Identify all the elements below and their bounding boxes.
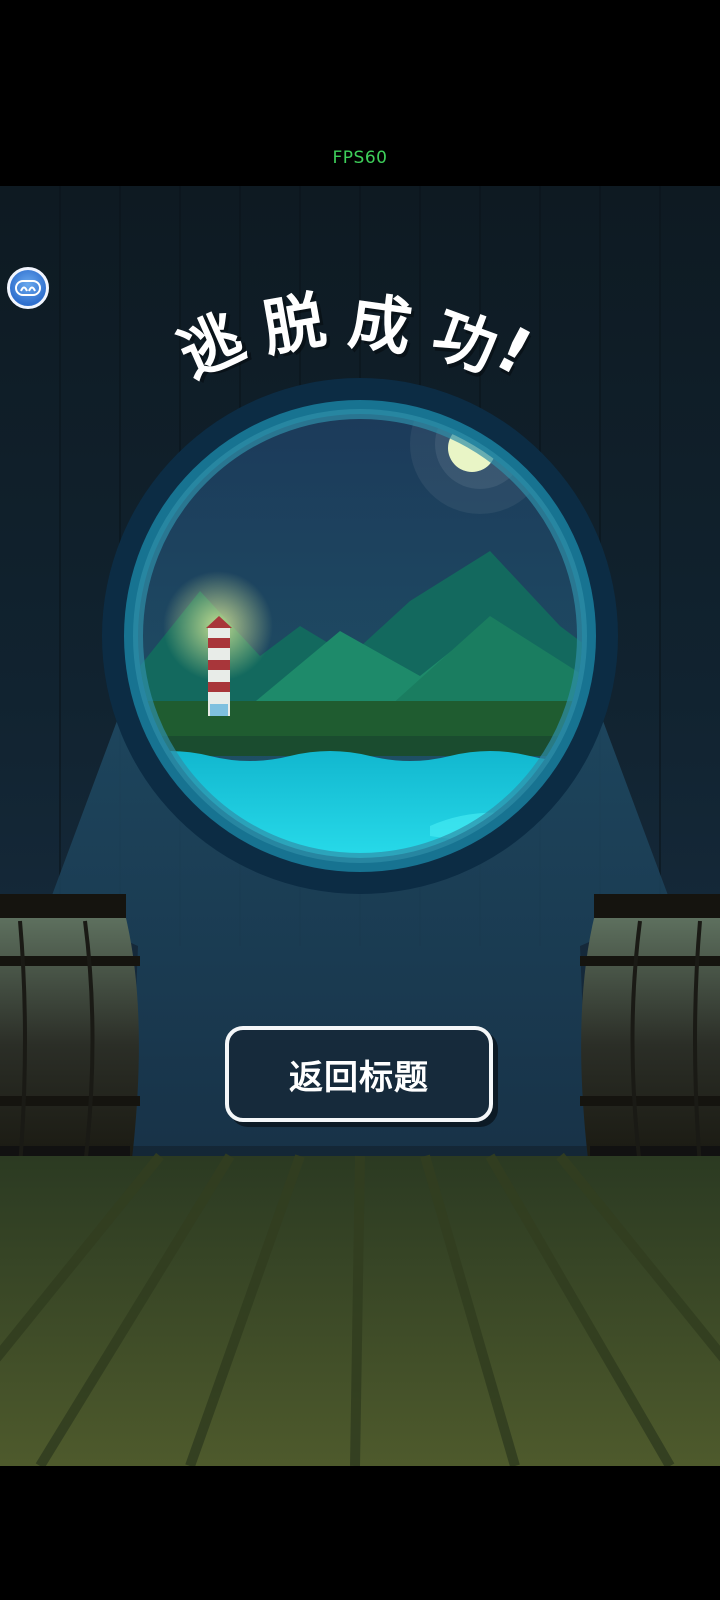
return-to-title-button[interactable]: 返回标题: [225, 1026, 493, 1122]
title-char: 成: [344, 283, 417, 365]
title-char: 逃: [168, 300, 255, 392]
game-scene: 逃 脱 成 功 ! 返回标题: [0, 186, 720, 1466]
fps-counter: FPS60: [332, 148, 388, 168]
escape-success-title: 逃 脱 成 功 !: [0, 186, 720, 406]
title-char: 脱: [257, 283, 331, 366]
